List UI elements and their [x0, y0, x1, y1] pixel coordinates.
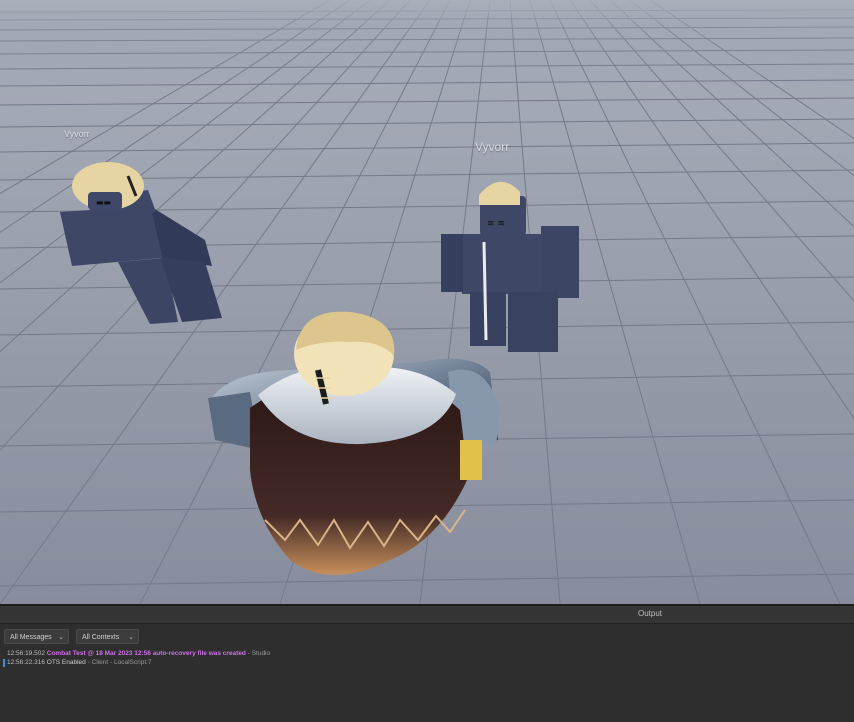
output-title: Output: [638, 609, 663, 618]
output-log[interactable]: 12:56:19.502 Combat Test @ 18 Mar 2023 1…: [0, 649, 854, 667]
svg-text:≋ ≋: ≋ ≋: [487, 219, 505, 229]
message-filter-label: All Messages: [10, 634, 52, 641]
output-panel: Output All Messages ⌄ All Contexts ⌄ 12:…: [0, 604, 854, 722]
nametag-left: Vyvorr: [64, 129, 90, 139]
output-titlebar[interactable]: Output: [0, 606, 854, 624]
output-filter-bar: All Messages ⌄ All Contexts ⌄: [0, 625, 854, 647]
log-timestamp: 12:56:22.316: [7, 659, 45, 666]
nametag-right: Vyvorr: [475, 140, 510, 154]
log-line[interactable]: 12:56:19.502 Combat Test @ 18 Mar 2023 1…: [0, 649, 854, 658]
log-message: OTS Enabled: [46, 659, 86, 666]
context-filter-label: All Contexts: [82, 634, 120, 641]
chevron-down-icon: ⌄: [58, 634, 64, 641]
svg-text:▬▬: ▬▬: [96, 198, 111, 207]
scene-render: ▬▬ ≋ ≋: [0, 0, 854, 604]
log-timestamp: 12:56:19.502: [7, 650, 45, 657]
message-filter-dropdown[interactable]: All Messages ⌄: [4, 629, 69, 644]
log-line[interactable]: 12:56:22.316 OTS Enabled - Client - Loca…: [0, 658, 854, 667]
context-filter-dropdown[interactable]: All Contexts ⌄: [76, 629, 139, 644]
log-message: Combat Test @ 18 Mar 2023 12:56 auto-rec…: [46, 650, 246, 657]
log-source: - Studio: [247, 650, 271, 657]
chevron-down-icon: ⌄: [128, 634, 134, 641]
3d-viewport[interactable]: ▬▬ ≋ ≋ Vyvorr Vyvorr: [0, 0, 854, 604]
log-source: - Client - LocalScript:7: [87, 659, 152, 666]
